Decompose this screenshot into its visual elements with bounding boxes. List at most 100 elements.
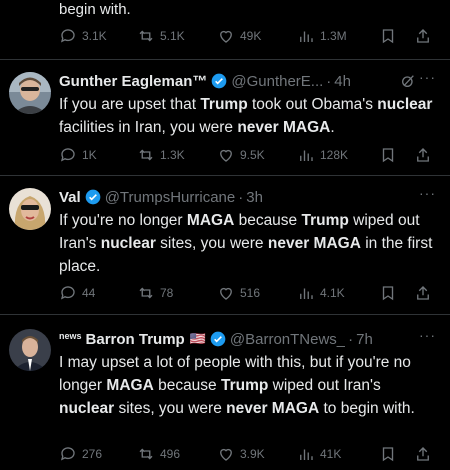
display-name[interactable]: Barron Trump — [86, 331, 185, 348]
avatar[interactable] — [9, 329, 51, 371]
share-button[interactable] — [414, 445, 437, 463]
avatar[interactable] — [9, 188, 51, 230]
separator: · — [326, 72, 332, 90]
bold-text: never MAGA — [226, 400, 320, 417]
verified-badge-icon — [210, 331, 226, 347]
repost-button[interactable]: 496 — [137, 445, 180, 463]
like-count: 516 — [240, 286, 261, 300]
bold-text: Trump — [301, 212, 349, 229]
views-count: 41K — [320, 447, 342, 461]
separator: · — [348, 330, 354, 348]
repost-count: 1.3K — [160, 148, 185, 162]
repost-icon — [139, 287, 153, 299]
bookmark-button[interactable] — [379, 445, 402, 463]
share-button[interactable] — [414, 284, 437, 302]
tweet-actions: 44 78 516 4.1K — [59, 283, 440, 303]
tweet[interactable]: Val @TrumpsHurricane · 3h ··· If you're … — [0, 176, 450, 315]
repost-button[interactable]: 1.3K — [137, 146, 185, 164]
bold-text: Trump — [200, 96, 248, 113]
handle[interactable]: @GuntherE... — [231, 73, 323, 90]
handle[interactable]: @TrumpsHurricane — [105, 189, 236, 206]
like-icon — [220, 149, 232, 162]
timestamp[interactable]: 4h — [334, 73, 351, 90]
bold-text: nuclear — [59, 400, 115, 417]
us-flag-icon: 🇺🇸 — [189, 331, 206, 346]
views-button[interactable]: 1.3M — [297, 27, 347, 45]
like-button[interactable]: 3.9K — [217, 445, 265, 463]
views-button[interactable]: 128K — [297, 146, 348, 164]
repost-button[interactable]: 78 — [137, 284, 173, 302]
tweet-actions: 1K 1.3K 9.5K 128K — [59, 145, 440, 165]
tweet[interactable]: Gunther Eagleman™ @GuntherE... · 4h ··· … — [0, 60, 450, 176]
bold-text: never MAGA — [237, 119, 331, 136]
views-button[interactable]: 4.1K — [297, 284, 345, 302]
handle[interactable]: @BarronTNews_ — [230, 331, 345, 348]
avatar-image-icon — [9, 72, 51, 114]
views-button[interactable]: 41K — [297, 445, 341, 463]
verified-badge-icon — [212, 73, 227, 89]
like-count: 49K — [240, 29, 262, 43]
tweet-actions: 276 496 3.9K 41K — [59, 444, 440, 464]
more-icon[interactable]: ··· — [419, 185, 436, 201]
reply-count: 3.1K — [82, 29, 107, 43]
views-count: 4.1K — [320, 286, 345, 300]
like-icon — [220, 30, 232, 43]
more-icon[interactable]: ··· — [419, 69, 436, 85]
share-button[interactable] — [414, 27, 437, 45]
display-name[interactable]: Gunther Eagleman™ — [59, 73, 207, 90]
bold-text: nuclear — [100, 235, 156, 252]
views-icon — [300, 31, 313, 42]
reply-button[interactable]: 44 — [59, 284, 95, 302]
bookmark-button[interactable] — [379, 284, 402, 302]
tweet-text: If you are upset that Trump took out Oba… — [59, 96, 433, 136]
views-icon — [300, 449, 313, 460]
reply-button[interactable]: 276 — [59, 445, 102, 463]
timestamp[interactable]: 7h — [356, 331, 373, 348]
bookmark-icon — [382, 29, 394, 44]
like-button[interactable]: 516 — [217, 284, 260, 302]
tweet-header: news Barron Trump 🇺🇸 @BarronTNews_ · 7h … — [59, 327, 440, 349]
bookmark-button[interactable] — [379, 146, 402, 164]
reply-count: 44 — [82, 286, 96, 300]
tweet-actions: 3.1K 5.1K 49K 1.3M — [59, 26, 440, 46]
separator: · — [238, 188, 244, 206]
reply-icon — [60, 447, 75, 461]
tweet[interactable]: news Barron Trump 🇺🇸 @BarronTNews_ · 7h … — [0, 315, 450, 470]
tweet-text: If you're no longer MAGA because Trump w… — [59, 212, 433, 275]
repost-icon — [139, 30, 153, 42]
repost-button[interactable]: 5.1K — [137, 27, 185, 45]
avatar-image-icon — [9, 329, 51, 371]
verified-badge-icon — [85, 189, 101, 205]
like-button[interactable]: 9.5K — [217, 146, 265, 164]
reply-button[interactable]: 1K — [59, 146, 97, 164]
display-name[interactable]: Val — [59, 189, 81, 206]
views-icon — [300, 150, 313, 161]
avatar-image-icon — [9, 188, 51, 230]
previous-tweet[interactable]: begin with. 3.1K 5.1K 49K 1.3M — [0, 0, 450, 60]
like-button[interactable]: 49K — [217, 27, 261, 45]
reply-button[interactable]: 3.1K — [59, 27, 107, 45]
share-icon — [417, 148, 429, 162]
more-icon[interactable]: ··· — [419, 327, 436, 343]
repost-icon — [139, 149, 153, 161]
reply-icon — [60, 286, 75, 300]
repost-count: 5.1K — [160, 29, 185, 43]
repost-count: 496 — [160, 447, 181, 461]
views-count: 128K — [320, 148, 349, 162]
grok-icon[interactable] — [400, 73, 416, 89]
like-count: 3.9K — [240, 447, 265, 461]
tweet-header: Gunther Eagleman™ @GuntherE... · 4h ··· — [59, 69, 440, 91]
tweet-text: I may upset a lot of people with this, b… — [59, 354, 415, 417]
share-icon — [417, 29, 429, 43]
share-button[interactable] — [414, 146, 437, 164]
avatar[interactable] — [9, 72, 51, 114]
share-icon — [417, 447, 429, 461]
timestamp[interactable]: 3h — [246, 189, 263, 206]
tweet-text: begin with. — [59, 1, 131, 18]
views-icon — [300, 288, 313, 299]
bookmark-icon — [382, 148, 394, 163]
bold-text: MAGA — [106, 377, 154, 394]
bookmark-button[interactable] — [379, 27, 402, 45]
share-icon — [417, 286, 429, 300]
reply-count: 1K — [82, 148, 97, 162]
